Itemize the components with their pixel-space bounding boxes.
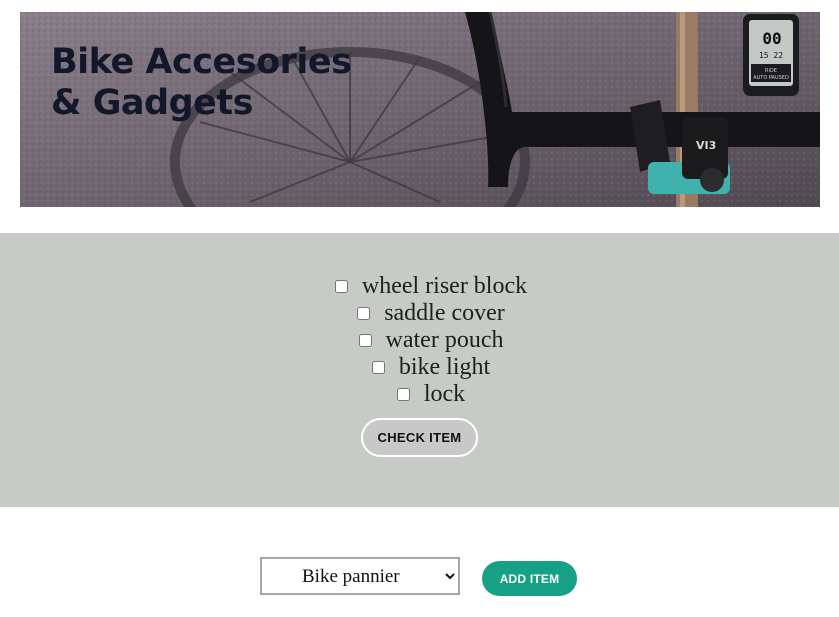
- checklist-checkbox[interactable]: [358, 334, 372, 347]
- computer-readout: 00: [762, 29, 781, 48]
- checklist-item-label: water pouch: [385, 327, 504, 353]
- checklist-checkbox[interactable]: [396, 388, 410, 401]
- banner-title-line2: & Gadgets: [51, 83, 253, 123]
- banner-title: Bike Accesories & Gadgets: [51, 42, 352, 124]
- computer-small-readout: 15 22: [759, 51, 783, 60]
- banner-title-line1: Bike Accesories: [51, 42, 352, 82]
- computer-status: RIDE: [765, 68, 777, 74]
- check-item-button[interactable]: CHECK ITEM: [361, 418, 478, 457]
- checklist-item[interactable]: water pouch: [0, 327, 839, 354]
- checklist-checkbox[interactable]: [334, 280, 348, 293]
- checklist-item[interactable]: lock: [0, 381, 839, 408]
- hero-banner: VI3 00 15 22 RIDE AUTO PAUSED Bike Acces…: [20, 12, 820, 207]
- checklist-item-label: wheel riser block: [361, 273, 528, 299]
- checklist-item-label: bike light: [398, 354, 491, 380]
- checklist-item-label: saddle cover: [384, 300, 505, 326]
- product-select[interactable]: Bike pannier: [260, 557, 460, 595]
- checklist-panel: wheel riser block saddle cover water pou…: [0, 233, 839, 507]
- checklist-checkbox[interactable]: [357, 307, 371, 320]
- checklist-item[interactable]: saddle cover: [0, 300, 839, 327]
- checklist: wheel riser block saddle cover water pou…: [0, 273, 839, 408]
- checklist-item-label: lock: [423, 381, 466, 407]
- checklist-checkbox[interactable]: [371, 361, 385, 374]
- computer-status-2: AUTO PAUSED: [753, 75, 789, 81]
- add-item-button[interactable]: ADD ITEM: [482, 561, 577, 596]
- checklist-item[interactable]: bike light: [0, 354, 839, 381]
- gadget-brand-text: VI3: [696, 139, 716, 152]
- checklist-item[interactable]: wheel riser block: [0, 273, 839, 300]
